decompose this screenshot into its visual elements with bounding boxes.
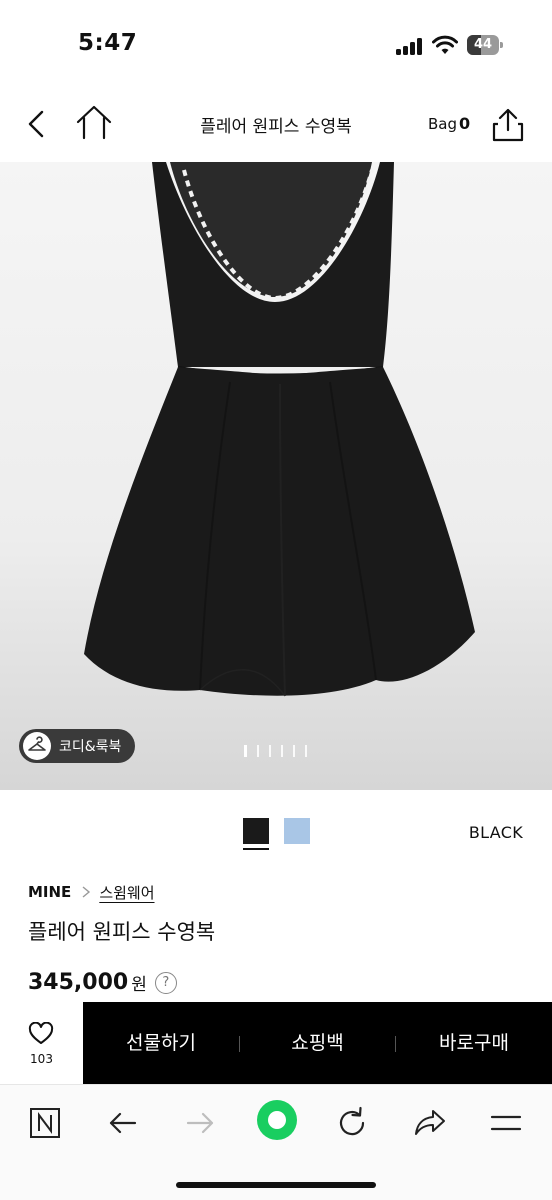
- coordi-lookbook-label: 코디&룩북: [59, 739, 122, 755]
- bag-button[interactable]: Bag 0: [428, 114, 470, 133]
- breadcrumb: MINE 스윔웨어: [28, 880, 155, 904]
- carousel-pager: [244, 745, 317, 757]
- color-swatch-black[interactable]: [243, 818, 269, 844]
- product-image-carousel[interactable]: 코디&룩북: [0, 162, 552, 790]
- home-indicator: [176, 1182, 376, 1188]
- heart-icon: [28, 1022, 54, 1044]
- bag-label: Bag: [428, 115, 458, 133]
- bag-count: 0: [459, 114, 471, 133]
- category-link[interactable]: 스윔웨어: [99, 882, 154, 903]
- home-icon[interactable]: [74, 104, 114, 142]
- back-icon[interactable]: [20, 106, 54, 142]
- status-bar: 5:47 44: [0, 0, 552, 90]
- wifi-icon: [432, 35, 458, 54]
- price-row: 345,000 원 ?: [28, 970, 177, 995]
- color-swatch-blue[interactable]: [284, 818, 310, 844]
- cellular-signal-icon: [396, 37, 424, 55]
- app-header: 플레어 원피스 수영복 Bag 0: [0, 90, 552, 162]
- product-photo: [84, 162, 475, 697]
- hanger-icon: [23, 732, 51, 760]
- color-selector: BLACK: [0, 790, 552, 866]
- page-title: 플레어 원피스 수영복: [200, 117, 352, 137]
- shopping-bag-button[interactable]: 쇼핑백: [240, 1002, 395, 1084]
- selected-color-name: BLACK: [468, 823, 523, 842]
- price: 345,000: [28, 970, 129, 995]
- like-button[interactable]: 103: [0, 1002, 83, 1084]
- battery-level: 44: [473, 37, 493, 52]
- gift-button[interactable]: 선물하기: [83, 1002, 239, 1084]
- like-count: 103: [30, 1052, 53, 1066]
- brand-link[interactable]: MINE: [28, 883, 71, 901]
- selected-swatch-indicator: [243, 848, 269, 850]
- green-dot-icon[interactable]: [256, 1099, 298, 1141]
- price-help-icon[interactable]: ?: [154, 971, 177, 994]
- chevron-right-icon: [82, 886, 91, 898]
- buy-now-button[interactable]: 바로구매: [396, 1002, 552, 1084]
- purchase-action-bar: 103 선물하기 쇼핑백 바로구매: [0, 1002, 552, 1084]
- naver-home-icon[interactable]: [25, 1103, 65, 1143]
- share-arrow-icon[interactable]: [410, 1103, 450, 1143]
- browser-forward-icon[interactable]: [180, 1103, 220, 1143]
- battery-icon: 44: [467, 35, 503, 55]
- browser-back-icon[interactable]: [103, 1103, 143, 1143]
- status-time: 5:47: [78, 30, 138, 56]
- price-unit: 원: [131, 975, 147, 995]
- menu-icon[interactable]: [486, 1103, 526, 1143]
- share-icon[interactable]: [490, 106, 526, 144]
- product-title: 플레어 원피스 수영복: [28, 920, 216, 944]
- browser-toolbar: [0, 1084, 552, 1200]
- buy-buttons: 선물하기 쇼핑백 바로구매: [83, 1002, 552, 1084]
- refresh-icon[interactable]: [332, 1103, 372, 1143]
- coordi-lookbook-button[interactable]: 코디&룩북: [19, 729, 136, 763]
